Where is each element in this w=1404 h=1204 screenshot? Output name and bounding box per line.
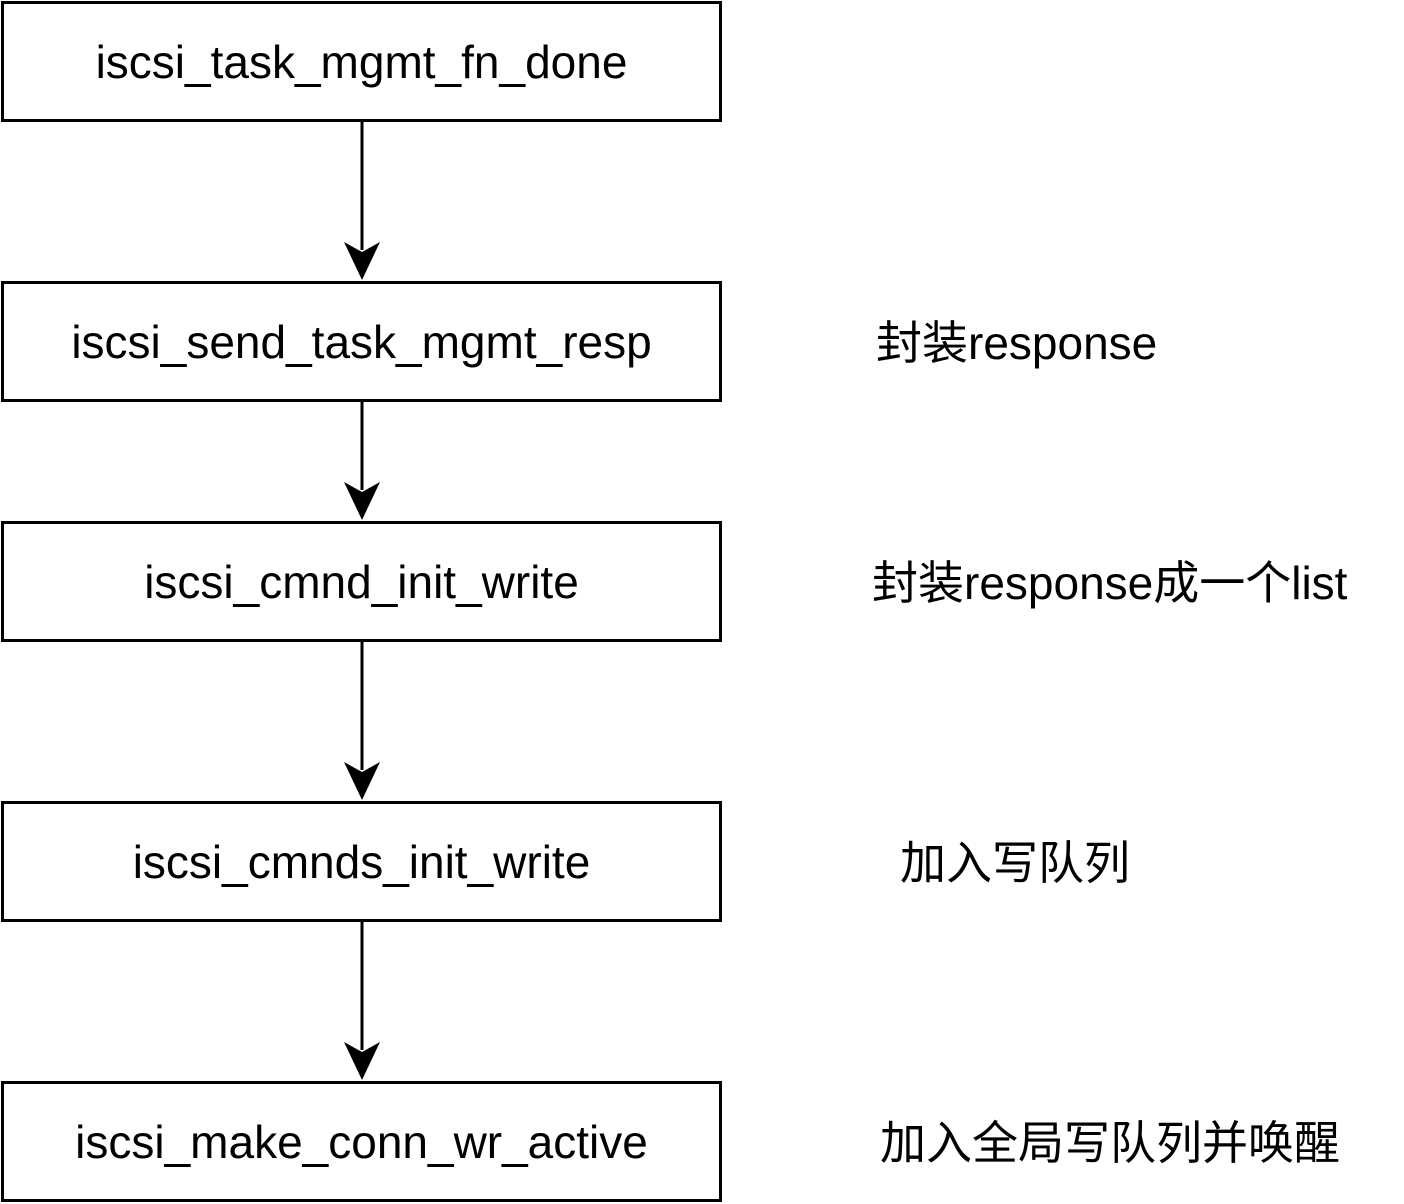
node-iscsi-cmnds-init-write: iscsi_cmnds_init_write: [1, 801, 722, 922]
arrow-task-mgmt-done-to-send-resp: [344, 122, 380, 280]
annotation-add-global-write-queue-wake: 加入全局写队列并唤醒: [880, 1117, 1340, 1169]
node-iscsi-make-conn-wr-active: iscsi_make_conn_wr_active: [1, 1081, 722, 1202]
arrow-cmnd-init-write-to-cmnds-init-write: [344, 642, 380, 800]
node-label: iscsi_task_mgmt_fn_done: [95, 35, 628, 88]
node-label: iscsi_cmnd_init_write: [144, 555, 579, 608]
node-iscsi-send-task-mgmt-resp: iscsi_send_task_mgmt_resp: [1, 281, 722, 402]
node-iscsi-cmnd-init-write: iscsi_cmnd_init_write: [1, 521, 722, 642]
annotation-wrap-response-list: 封装response成一个list: [872, 557, 1348, 609]
annotation-wrap-response: 封装response: [876, 317, 1158, 369]
node-label: iscsi_make_conn_wr_active: [75, 1115, 648, 1168]
node-label: iscsi_send_task_mgmt_resp: [71, 315, 652, 368]
annotation-add-write-queue: 加入写队列: [900, 837, 1130, 889]
node-label: iscsi_cmnds_init_write: [132, 835, 591, 888]
node-iscsi-task-mgmt-fn-done: iscsi_task_mgmt_fn_done: [1, 1, 722, 122]
arrow-send-resp-to-cmnd-init-write: [344, 402, 380, 520]
arrow-cmnds-init-write-to-make-conn-wr-active: [344, 922, 380, 1080]
